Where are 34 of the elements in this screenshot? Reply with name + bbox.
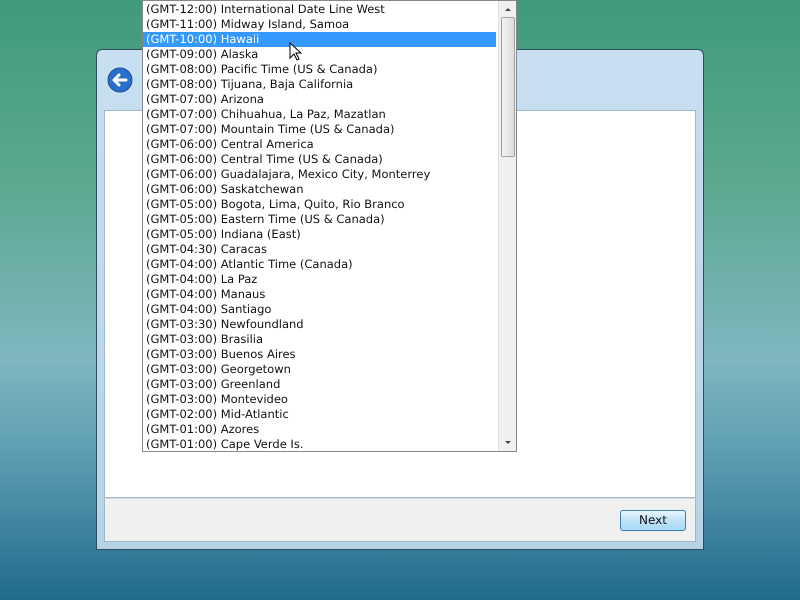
timezone-option[interactable]: (GMT-11:00) Midway Island, Samoa [143, 17, 496, 32]
timezone-option[interactable]: (GMT-06:00) Central America [143, 137, 496, 152]
timezone-option[interactable]: (GMT-08:00) Tijuana, Baja California [143, 77, 496, 92]
timezone-option[interactable]: (GMT-04:00) Santiago [143, 302, 496, 317]
timezone-option[interactable]: (GMT-09:00) Alaska [143, 47, 496, 62]
timezone-option[interactable]: (GMT-06:00) Central Time (US & Canada) [143, 152, 496, 167]
timezone-option[interactable]: (GMT-03:30) Newfoundland [143, 317, 496, 332]
timezone-option[interactable]: (GMT-04:00) La Paz [143, 272, 496, 287]
next-button[interactable]: Next [620, 510, 686, 530]
timezone-option[interactable]: (GMT-07:00) Chihuahua, La Paz, Mazatlan [143, 107, 496, 122]
timezone-option[interactable]: (GMT-04:00) Atlantic Time (Canada) [143, 257, 496, 272]
timezone-option[interactable]: (GMT-02:00) Mid-Atlantic [143, 407, 496, 422]
timezone-option[interactable]: (GMT-07:00) Mountain Time (US & Canada) [143, 122, 496, 137]
timezone-option[interactable]: (GMT-05:00) Eastern Time (US & Canada) [143, 212, 496, 227]
timezone-option[interactable]: (GMT-03:00) Brasilia [143, 332, 496, 347]
timezone-option[interactable]: (GMT-05:00) Indiana (East) [143, 227, 496, 242]
timezone-option[interactable]: (GMT-06:00) Guadalajara, Mexico City, Monterrey [143, 167, 496, 182]
back-button[interactable] [106, 66, 134, 94]
timezone-option[interactable]: (GMT-04:30) Caracas [143, 242, 496, 257]
scrollbar[interactable] [498, 1, 516, 451]
timezone-option[interactable]: (GMT-12:00) International Date Line West [143, 2, 496, 17]
timezone-option[interactable]: (GMT-03:00) Georgetown [143, 362, 496, 377]
timezone-option[interactable]: (GMT-07:00) Arizona [143, 92, 496, 107]
timezone-option[interactable]: (GMT-01:00) Azores [143, 422, 496, 437]
timezone-option[interactable]: (GMT-01:00) Cape Verde Is. [143, 437, 496, 452]
timezone-option[interactable]: (GMT-05:00) Bogota, Lima, Quito, Rio Branco [143, 197, 496, 212]
timezone-option[interactable]: (GMT-03:00) Greenland [143, 377, 496, 392]
timezone-option[interactable]: (GMT-08:00) Pacific Time (US & Canada) [143, 62, 496, 77]
timezone-option[interactable]: (GMT-03:00) Buenos Aires [143, 347, 496, 362]
timezone-option[interactable]: (GMT-03:00) Montevideo [143, 392, 496, 407]
timezone-option[interactable]: (GMT-06:00) Saskatchewan [143, 182, 496, 197]
timezone-option[interactable]: (GMT-04:00) Manaus [143, 287, 496, 302]
mouse-pointer-icon [289, 42, 302, 62]
scrollbar-thumb[interactable] [500, 17, 514, 157]
